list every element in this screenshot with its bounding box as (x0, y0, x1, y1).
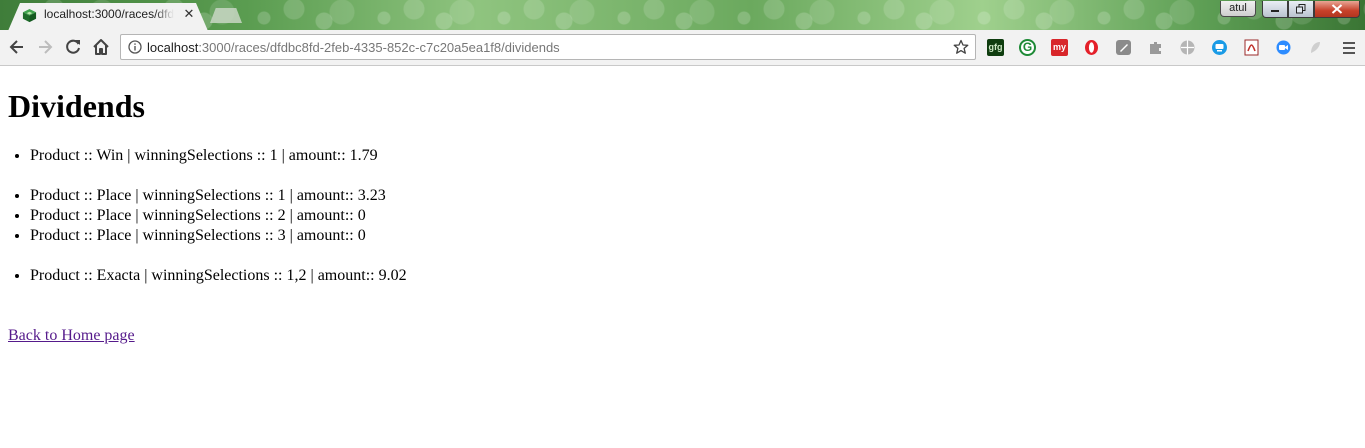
opera-extension-icon[interactable] (1083, 39, 1100, 56)
page-content: Dividends Product :: Win | winningSelect… (0, 66, 1365, 448)
close-window-button[interactable] (1314, 1, 1360, 18)
page-title: Dividends (8, 88, 145, 124)
dividend-list-win: Product :: Win | winningSelections :: 1 … (8, 146, 378, 166)
web-extension-icon[interactable] (1179, 39, 1196, 56)
browser-menu-icon[interactable] (1340, 40, 1358, 56)
puzzle-extension-icon[interactable] (1147, 39, 1164, 56)
url-path: :3000/races/dfdbc8fd-2feb-4335-852c-c7c2… (198, 40, 560, 55)
window-user-badge[interactable]: atul (1220, 1, 1256, 17)
dividend-item: Product :: Place | winningSelections :: … (30, 186, 386, 206)
arrow-left-icon (9, 40, 23, 54)
address-url[interactable]: localhost:3000/races/dfdbc8fd-2feb-4335-… (147, 40, 560, 56)
restore-button[interactable] (1288, 1, 1314, 18)
notes-extension-icon[interactable] (1115, 39, 1132, 56)
dividend-list-exacta: Product :: Exacta | winningSelections ::… (8, 266, 407, 286)
close-icon (1331, 4, 1343, 14)
tab-title: localhost:3000/races/dfdbc8fd-2feb-4335-… (44, 7, 174, 21)
minimize-button[interactable] (1262, 1, 1288, 18)
arrow-right-icon (39, 40, 53, 54)
home-icon (93, 39, 109, 55)
address-bar[interactable]: localhost:3000/races/dfdbc8fd-2feb-4335-… (120, 34, 976, 60)
dividend-list-place: Product :: Place | winningSelections :: … (8, 186, 386, 246)
browser-titlebar: localhost:3000/races/dfdbc8fd-2feb-4335-… (0, 0, 1365, 30)
home-button[interactable] (90, 36, 112, 58)
info-icon[interactable] (128, 40, 142, 54)
dividend-item: Product :: Place | winningSelections :: … (30, 206, 386, 226)
dividend-item: Product :: Win | winningSelections :: 1 … (30, 146, 378, 166)
gfg-extension-icon[interactable]: gfg (987, 39, 1004, 56)
restore-icon (1296, 4, 1306, 14)
url-host: localhost (147, 40, 199, 55)
browser-toolbar: localhost:3000/races/dfdbc8fd-2feb-4335-… (0, 30, 1365, 66)
reload-button[interactable] (62, 36, 84, 58)
feather-extension-icon[interactable] (1307, 39, 1324, 56)
zoom-extension-icon[interactable] (1275, 39, 1292, 56)
sync-extension-icon[interactable] (1211, 39, 1228, 56)
forward-button[interactable] (34, 36, 56, 58)
tab-close-icon[interactable]: ✕ (182, 6, 196, 22)
cube-favicon-icon (22, 8, 37, 23)
back-button[interactable] (6, 36, 28, 58)
dividend-item: Product :: Exacta | winningSelections ::… (30, 266, 407, 286)
back-to-home-link[interactable]: Back to Home page (8, 326, 135, 346)
bookmark-star-icon[interactable] (953, 39, 969, 55)
grammarly-extension-icon[interactable]: G (1019, 39, 1036, 56)
minimize-icon (1271, 10, 1279, 12)
pdf-extension-icon[interactable] (1243, 39, 1260, 56)
reload-icon (66, 39, 80, 54)
my-extension-icon[interactable]: my (1051, 39, 1068, 56)
dividend-item: Product :: Place | winningSelections :: … (30, 226, 386, 246)
